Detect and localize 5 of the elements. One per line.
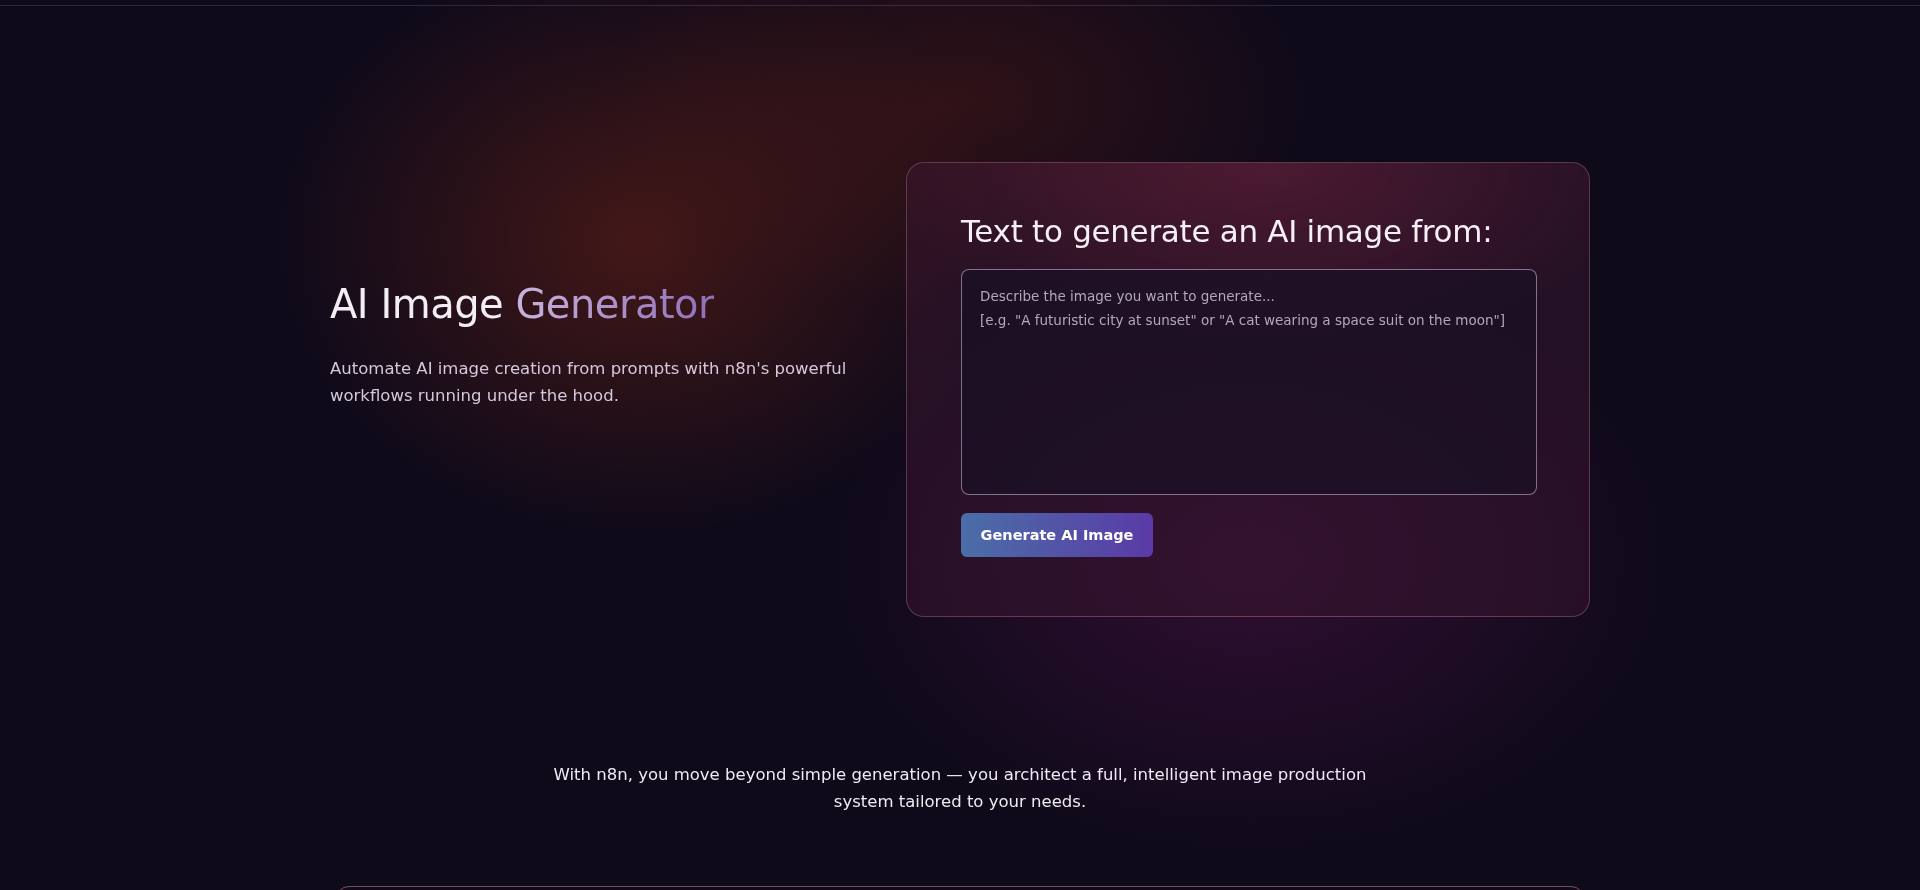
- page-description: Automate AI image creation from prompts with n8n's powerful workflows running under the hood.: [330, 357, 848, 407]
- prompt-field[interactable]: Describe the image you want to generate... [e.g. "A futuristic city at sunset" or "A cat wearing a space suit on the moon"]: [961, 269, 1537, 495]
- generate-button[interactable]: Generate AI Image: [961, 513, 1153, 557]
- form-heading: Text to generate an AI image from:: [961, 213, 1494, 249]
- closing-text: With n8n, you move beyond simple generation — you architect a full, intelligent image production system tailored to your needs.: [552, 764, 1368, 813]
